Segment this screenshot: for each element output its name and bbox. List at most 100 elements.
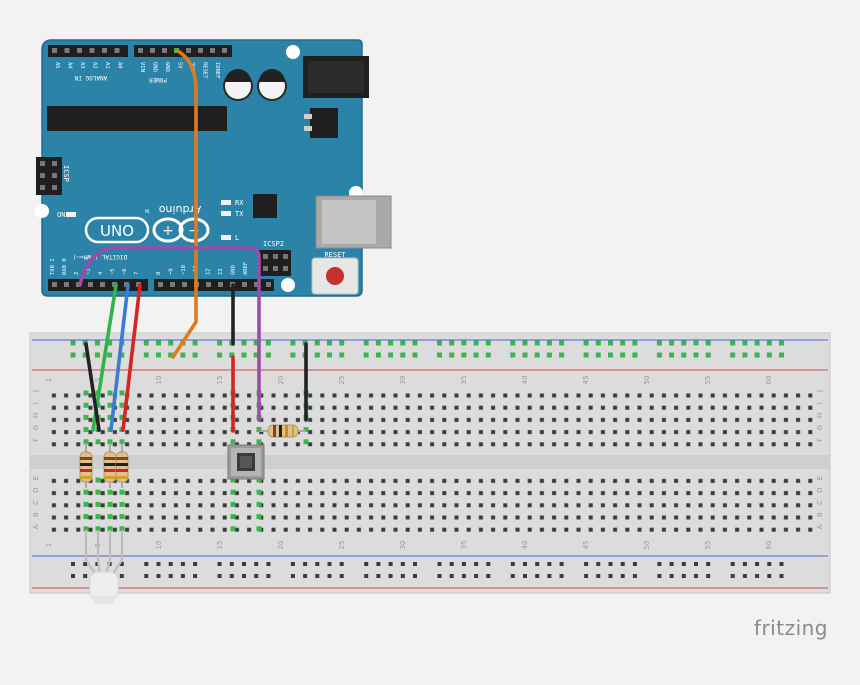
resistor-band [80, 463, 92, 466]
connected-hole [119, 501, 125, 507]
rail-hole [694, 574, 698, 578]
rail-hole [229, 562, 234, 566]
rail-hole [669, 562, 674, 566]
connected-hole [314, 340, 320, 346]
rail-hole [510, 562, 515, 566]
rail-hole [229, 574, 234, 578]
connected-hole [217, 352, 223, 358]
rail-hole [632, 574, 637, 578]
connected-hole [754, 352, 760, 358]
power-jack-inner [308, 61, 364, 93]
rail-hole [400, 562, 405, 566]
regulator-pin [304, 126, 312, 131]
rail-hole [486, 562, 491, 566]
header-pin [210, 48, 215, 53]
connected-hole [256, 439, 262, 445]
connected-hole [620, 352, 626, 358]
column-number: 30 [399, 376, 407, 385]
center-channel [30, 455, 830, 469]
column-number: 15 [216, 541, 224, 550]
connected-hole [107, 402, 113, 408]
connected-hole [327, 340, 332, 346]
usb-chip [253, 194, 277, 218]
rail-hole [303, 574, 308, 578]
rail-hole [461, 562, 466, 566]
rail-hole [523, 562, 527, 566]
digital-header-low [48, 279, 148, 291]
digital-pin-label: 13 [218, 268, 224, 275]
mounting-hole [286, 45, 300, 59]
connected-hole [412, 352, 418, 358]
digital-pin-label: ~10 [181, 265, 187, 275]
connected-hole [522, 352, 528, 358]
column-number: 15 [216, 376, 224, 385]
connected-hole [94, 352, 100, 358]
analog-pin-label: A3 [79, 62, 85, 69]
rail-hole [364, 562, 369, 566]
connected-hole [656, 340, 662, 346]
connected-hole [669, 340, 675, 346]
connected-hole [241, 352, 247, 358]
rail-hole [254, 562, 259, 566]
rail-hole [449, 562, 454, 566]
rail-hole [596, 574, 601, 578]
connected-hole [449, 352, 455, 358]
rail-hole [767, 562, 772, 566]
column-number: 10 [155, 376, 163, 385]
rail-hole [71, 562, 75, 566]
rail-hole [364, 574, 369, 578]
rail-hole [71, 574, 75, 578]
rail-hole [437, 574, 442, 578]
rail-hole [144, 574, 149, 578]
header-pin [222, 48, 227, 53]
rail-hole [755, 562, 760, 566]
rail-hole [168, 562, 173, 566]
push-button [227, 444, 265, 480]
digital-pin-label: ~5 [110, 268, 116, 275]
on-label: ON [57, 211, 65, 219]
arduino-uno-board: + − ANALOG IN POWER ICSP ON RX TX L ICSP… [35, 39, 392, 297]
rail-hole [449, 574, 454, 578]
connected-hole [143, 352, 149, 358]
digital-pin-label: 7 [134, 272, 140, 275]
resistor-band [104, 457, 116, 460]
breadboard: 1 1 55 10 10 15 15 20 20 25 25 30 30 35 35 40 40 45 45 50 50… [29, 332, 831, 594]
connected-hole [70, 352, 76, 358]
connected-hole [669, 352, 675, 358]
uno-label: UNO [100, 222, 134, 240]
connected-hole [693, 352, 699, 358]
rail-hole [730, 562, 735, 566]
connected-hole [83, 402, 89, 408]
connected-hole [754, 340, 760, 346]
connected-hole [461, 340, 467, 346]
digital-pin-label: 2 [74, 272, 80, 275]
column-number: 55 [704, 376, 712, 385]
column-number: 40 [521, 376, 529, 385]
rail-hole [217, 562, 222, 566]
connected-hole [693, 340, 699, 346]
column-number: 50 [643, 376, 651, 385]
rail-hole [755, 574, 760, 578]
rail-hole [217, 574, 222, 578]
reset-button-cap[interactable] [326, 267, 344, 285]
rail-hole [608, 562, 613, 566]
connected-hole [730, 352, 736, 358]
connected-hole [400, 352, 406, 358]
rail-hole [620, 574, 625, 578]
row-letter: I [816, 402, 824, 404]
connected-hole [143, 340, 149, 346]
rx-led [221, 200, 231, 205]
rail-hole [339, 574, 344, 578]
rail-hole [315, 562, 320, 566]
l-led [221, 235, 231, 240]
icsp-label: ICSP [62, 165, 70, 182]
on-led [66, 212, 76, 217]
rail-hole [437, 562, 442, 566]
connected-hole [168, 340, 174, 346]
connected-hole [230, 526, 236, 532]
resistor-band [80, 457, 92, 460]
power-pin-label: VIN [139, 62, 145, 72]
rail-hole [681, 574, 686, 578]
rail-hole [193, 562, 198, 566]
row-letter: I [32, 402, 40, 404]
